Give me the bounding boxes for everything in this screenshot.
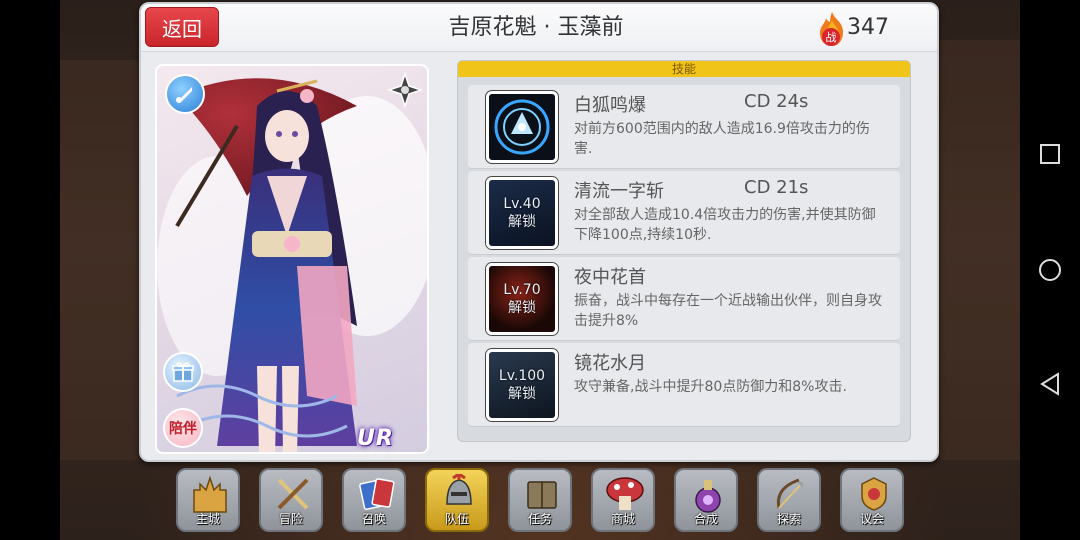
skill-row[interactable]: 白狐鸣爆 CD 24s 对前方600范围内的敌人造成16.9倍攻击力的伤害.	[468, 85, 900, 169]
character-title: 吉原花魁 · 玉藻前	[448, 15, 624, 40]
menu-label: 队伍	[444, 512, 469, 526]
skill-lock-label: 解锁	[508, 214, 536, 230]
home-button[interactable]	[1038, 258, 1062, 282]
skill-description: 振奋，战斗中每存在一个近战输出伙伴，则自身攻击提升8%	[574, 293, 882, 329]
gift-icon	[172, 362, 194, 382]
skill-lock-overlay: Lv.100 解锁	[489, 352, 555, 418]
skills-tab[interactable]: 技能	[458, 61, 910, 77]
skill-icon-art	[494, 99, 550, 155]
shop-mushroom-icon	[606, 477, 644, 510]
rarity-badge: UR	[357, 426, 394, 451]
potion-icon	[695, 480, 721, 513]
character-illustration	[157, 78, 427, 452]
recent-apps-button[interactable]	[1038, 142, 1062, 166]
skill-lock-overlay: Lv.40 解锁	[489, 180, 555, 246]
skill-lock-level: Lv.100	[498, 368, 546, 384]
skill-description: 对前方600范围内的敌人造成16.9倍攻击力的伤害.	[574, 121, 870, 157]
character-card: 陪伴 UR	[155, 64, 429, 454]
skill-lock-level: Lv.70	[503, 282, 541, 298]
brush-icon	[176, 87, 192, 103]
skill-description: 攻守兼备,战斗中提升80点防御力和8%攻击.	[574, 379, 847, 395]
menu-label: 冒险	[278, 512, 303, 526]
skill-name: 镜花水月	[574, 353, 646, 374]
menu-council[interactable]: 议会	[840, 468, 904, 532]
menu-explore[interactable]: 探索	[757, 468, 821, 532]
skill-row[interactable]: Lv.100 解锁 镜花水月 攻守兼备,战斗中提升80点防御力和8%攻击.	[468, 343, 900, 427]
menu-label: 召唤	[361, 512, 386, 526]
bg-shelf-left	[60, 60, 140, 460]
skill-name: 白狐鸣爆	[574, 95, 646, 116]
night-flower-icon: Lv.70 解锁	[486, 263, 558, 335]
square-icon	[1040, 144, 1060, 164]
menu-craft[interactable]: 合成	[674, 468, 738, 532]
skill-cooldown: CD 24s	[744, 91, 809, 112]
skin-button[interactable]	[165, 74, 205, 114]
menu-label: 主城	[195, 512, 220, 526]
power-value: 347	[847, 15, 889, 40]
skill-name: 清流一字斩	[574, 181, 664, 202]
skill-cooldown: CD 21s	[744, 177, 809, 198]
menu-quest[interactable]: 任务	[508, 468, 572, 532]
skill-lock-overlay: Lv.70 解锁	[489, 266, 555, 332]
menu-adventure[interactable]: 冒险	[259, 468, 323, 532]
council-crest-icon	[861, 477, 887, 511]
triangle-back-icon	[1040, 372, 1059, 396]
menu-label: 合成	[693, 512, 718, 526]
skills-panel: 技能 白狐鸣爆 CD 24s 对前方600范围内的敌人造成16.9倍攻击力的伤害…	[457, 60, 911, 442]
menu-label: 任务	[527, 512, 552, 526]
castle-icon	[193, 475, 227, 513]
crossed-swords-icon	[277, 478, 309, 510]
menu-team[interactable]: 队伍	[425, 468, 489, 532]
water-slash-icon: Lv.40 解锁	[486, 177, 558, 249]
back-button[interactable]: 返回	[145, 7, 219, 47]
back-nav-button[interactable]	[1038, 372, 1062, 396]
bg-shelf-right	[940, 40, 1020, 460]
companion-button[interactable]: 陪伴	[163, 408, 203, 448]
skill-name: 夜中花首	[574, 267, 646, 288]
skill-row[interactable]: Lv.40 解锁 清流一字斩 CD 21s 对全部敌人造成10.4倍攻击力的伤害…	[468, 171, 900, 255]
menu-summon[interactable]: 召唤	[342, 468, 406, 532]
menu-label: 探索	[776, 512, 801, 526]
menu-label: 议会	[859, 512, 884, 526]
skill-lock-label: 解锁	[508, 300, 536, 316]
fox-burst-icon	[486, 91, 558, 163]
mirror-moon-icon: Lv.100 解锁	[486, 349, 558, 421]
menu-main-city[interactable]: 主城	[176, 468, 240, 532]
power-icon-label: 战	[826, 31, 837, 44]
character-detail-panel: 返回 吉原花魁 · 玉藻前 战 347 陪伴 UR 技能 白狐鸣爆 CD 24s…	[139, 2, 939, 462]
menu-shop[interactable]: 商城	[591, 468, 655, 532]
skill-lock-label: 解锁	[508, 386, 536, 402]
flame-power-icon: 战	[820, 12, 843, 46]
circle-icon	[1039, 259, 1061, 281]
skill-description: 对全部敌人造成10.4倍攻击力的伤害,并使其防御下降100点,持续10秒.	[574, 207, 876, 243]
menu-label: 商城	[610, 512, 635, 526]
gift-button[interactable]	[163, 352, 203, 392]
panel-header: 返回 吉原花魁 · 玉藻前 战 347	[141, 4, 937, 52]
skill-lock-level: Lv.40	[503, 196, 541, 212]
left-black-bar	[0, 0, 60, 540]
quest-book-icon	[527, 481, 557, 509]
android-nav-bar	[1020, 0, 1080, 540]
team-helmet-icon	[446, 474, 472, 505]
shuriken-icon	[387, 72, 423, 108]
explore-bow-icon	[776, 478, 804, 509]
bottom-menu: 主城 冒险 召唤 队伍 任务 商城 合成 探索 议会	[170, 466, 910, 536]
skill-row[interactable]: Lv.70 解锁 夜中花首 振奋，战斗中每存在一个近战输出伙伴，则自身攻击提升8…	[468, 257, 900, 341]
summon-cards-icon	[359, 478, 395, 510]
